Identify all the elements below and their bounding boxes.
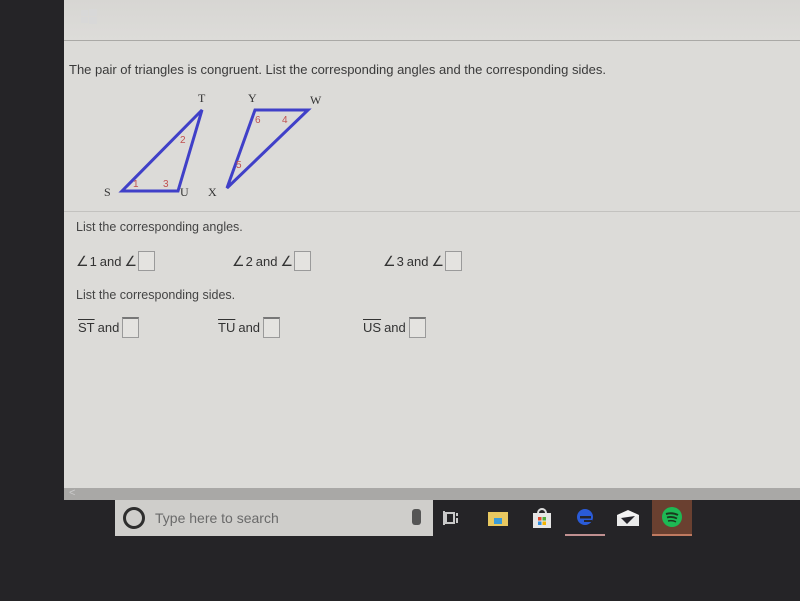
scroll-left-icon[interactable]: < [69, 487, 75, 499]
and-text: and [99, 253, 122, 269]
side-pair-2: TU and [218, 317, 281, 338]
angle-2-label: 2 [180, 135, 186, 146]
triangle-stu: S T U 1 2 3 [104, 91, 206, 199]
side-answer-box-1[interactable] [122, 317, 140, 338]
and-text: and [255, 253, 278, 269]
taskbar-search-box[interactable]: Type here to search [115, 500, 433, 536]
angle-1-label: 1 [133, 179, 139, 190]
given-side: US [363, 320, 382, 335]
store-icon[interactable] [522, 500, 562, 536]
given-angle: 3 [396, 253, 404, 269]
angle-symbol: ∠ [280, 252, 294, 269]
and-text: and [97, 320, 120, 335]
mail-icon[interactable] [608, 500, 648, 536]
windows-start-icon[interactable] [80, 8, 98, 26]
horizontal-scrollbar[interactable]: < [64, 487, 800, 500]
section-divider [64, 211, 800, 212]
angle-symbol: ∠ [431, 252, 445, 269]
sides-section-label: List the corresponding sides. [76, 288, 236, 302]
angle-5-label: 5 [236, 160, 242, 171]
angles-section-label: List the corresponding angles. [76, 220, 243, 234]
angle-answer-box-3[interactable] [445, 251, 463, 271]
spotify-icon[interactable] [652, 500, 692, 536]
angle-pair-2: ∠ 2 and ∠ [232, 251, 312, 271]
side-answer-box-2[interactable] [263, 317, 281, 338]
side-answer-box-3[interactable] [408, 317, 426, 338]
search-placeholder[interactable]: Type here to search [155, 510, 279, 526]
file-explorer-icon[interactable] [478, 500, 518, 536]
and-text: and [384, 320, 406, 335]
angle-6-label: 6 [255, 115, 261, 126]
angle-pair-3: ∠ 3 and ∠ [383, 251, 463, 271]
and-text: and [238, 320, 261, 335]
microphone-icon[interactable] [412, 509, 421, 525]
angle-symbol: ∠ [232, 252, 245, 269]
vertex-t: T [198, 91, 206, 105]
angle-3-label: 3 [163, 179, 169, 190]
vertex-s: S [104, 185, 111, 199]
angle-4-label: 4 [282, 115, 288, 126]
vertex-w: W [310, 93, 322, 107]
cortana-icon[interactable] [123, 507, 145, 529]
header-band [64, 0, 800, 40]
angle-symbol: ∠ [124, 252, 138, 269]
question-text: The pair of triangles is congruent. List… [69, 62, 606, 77]
given-side: ST [78, 320, 95, 335]
angle-answer-box-1[interactable] [138, 251, 156, 271]
vertex-x: X [208, 185, 217, 199]
vertex-y: Y [248, 91, 257, 105]
triangle-ywx: Y W X 6 4 5 [208, 91, 322, 199]
edge-icon[interactable] [565, 500, 605, 536]
triangles-figure: S T U 1 2 3 Y W X 6 4 5 [104, 91, 322, 199]
given-angle: 1 [89, 253, 97, 269]
given-angle: 2 [245, 253, 253, 269]
angle-symbol: ∠ [76, 252, 89, 269]
given-side: TU [218, 320, 236, 335]
vertex-u: U [180, 185, 189, 199]
side-pair-3: US and [363, 317, 426, 338]
angle-pair-1: ∠ 1 and ∠ [76, 251, 156, 271]
angle-symbol: ∠ [383, 252, 396, 269]
side-pair-1: ST and [78, 317, 140, 338]
browser-page: The pair of triangles is congruent. List… [64, 0, 800, 500]
task-view-icon[interactable] [432, 500, 472, 536]
divider [64, 40, 800, 41]
angle-answer-box-2[interactable] [294, 251, 312, 271]
and-text: and [406, 253, 429, 269]
